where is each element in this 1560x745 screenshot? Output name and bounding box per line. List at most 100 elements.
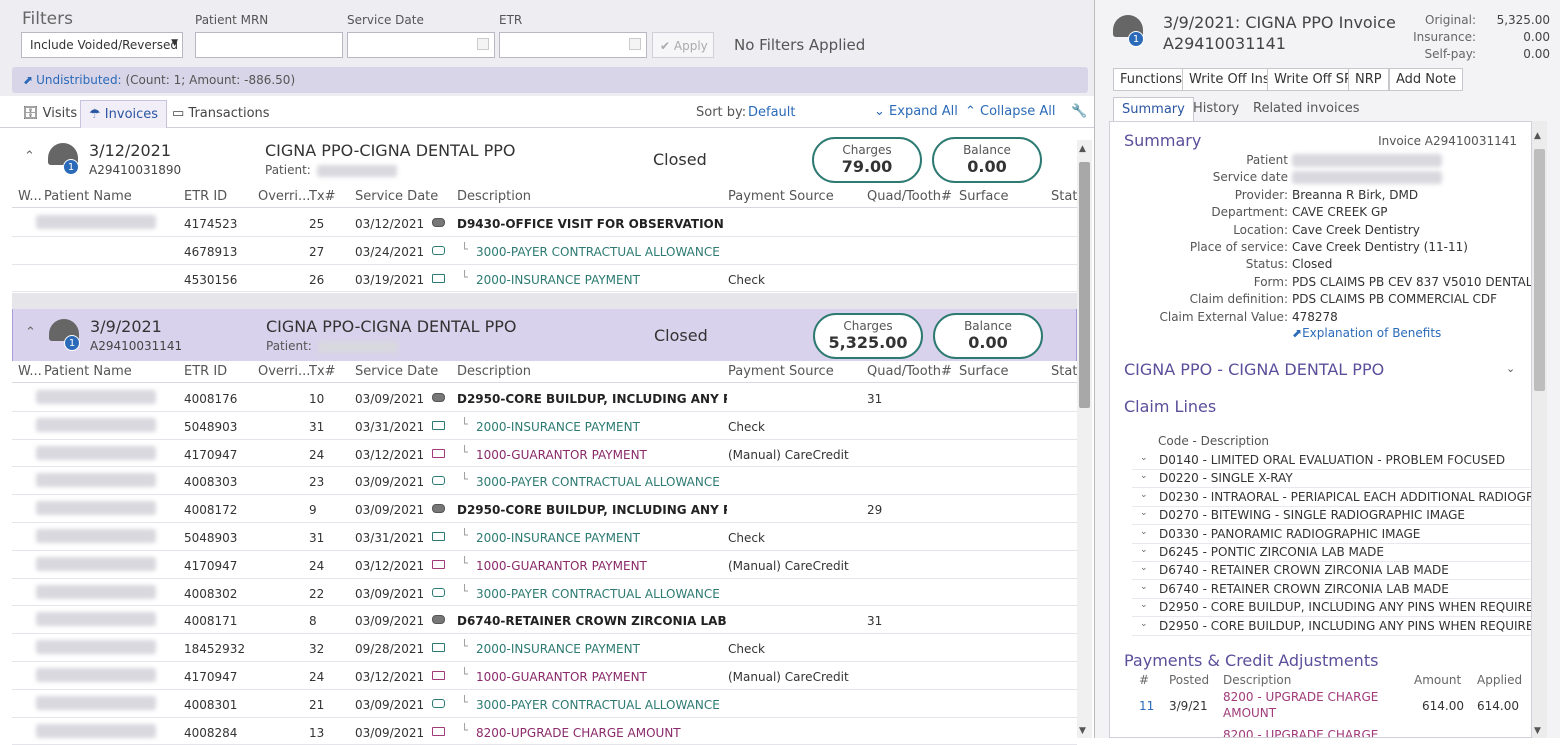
col-quad[interactable]: Quad/Tooth# xyxy=(867,189,952,204)
apply-button[interactable]: ✔ Apply xyxy=(652,32,714,58)
col-etr-id[interactable]: ETR ID xyxy=(184,189,227,204)
col-description[interactable]: Description xyxy=(457,189,531,204)
expand-all-button[interactable]: ⌄ Expand All xyxy=(874,104,958,119)
invoice-list-scrollbar[interactable]: ▲ ▼ xyxy=(1077,140,1092,738)
transaction-row[interactable]: 4170947 24 03/12/2021 └ 1000-GUARANTOR PAYME… xyxy=(12,550,1077,579)
filters-bar: Filters Include Voided/Reversed ▼ Patient… xyxy=(0,0,1094,96)
expand-chevron-icon[interactable]: ⌄ xyxy=(1140,453,1148,463)
col-quad[interactable]: Quad/Tooth# xyxy=(867,364,952,379)
claim-line[interactable]: ⌄ D2950 - CORE BUILDUP, INCLUDING ANY PIN… xyxy=(1132,599,1531,618)
expand-chevron-icon[interactable]: ⌄ xyxy=(1140,600,1148,610)
claim-line[interactable]: ⌄ D0220 - SINGLE X-RAY xyxy=(1132,470,1531,489)
guarantor-payment-icon xyxy=(432,726,445,736)
invoice-header[interactable]: ⌃ 1 3/12/2021 A29410031890 CIGNA PPO-CIGNA D… xyxy=(12,132,1077,188)
adjustment-icon xyxy=(432,698,445,708)
claim-line[interactable]: ⌄ D6740 - RETAINER CROWN ZIRCONIA LAB MAD… xyxy=(1132,581,1531,599)
transaction-row[interactable]: 4530156 26 03/19/2021 └ 2000-INSURANCE PAYME… xyxy=(12,264,1077,293)
transaction-row[interactable]: 4008302 22 03/09/2021 └ 3000-PAYER CONTRACTU… xyxy=(12,578,1077,607)
nrp-button[interactable]: NRP xyxy=(1348,68,1389,91)
col-w[interactable]: W... xyxy=(18,189,42,204)
claim-line[interactable]: ⌄ D0230 - INTRAORAL - PERIAPICAL EACH ADD… xyxy=(1132,489,1531,507)
col-patient-name[interactable]: Patient Name xyxy=(44,364,132,379)
transaction-row[interactable]: 4008303 23 03/09/2021 └ 3000-PAYER CONTRACTU… xyxy=(12,467,1077,496)
col-service-date[interactable]: Service Date xyxy=(355,364,438,379)
transaction-row[interactable]: 4008301 21 03/09/2021 └ 3000-PAYER CONTRACTU… xyxy=(12,689,1077,718)
calendar-icon[interactable] xyxy=(629,38,641,50)
transaction-row[interactable]: 4008171 8 03/09/2021 D6740-RETAINER CROWN Z… xyxy=(12,606,1077,635)
transaction-row[interactable]: 5048903 31 03/31/2021 └ 2000-INSURANCE PAYME… xyxy=(12,411,1077,440)
scroll-down-icon[interactable]: ▼ xyxy=(1079,726,1086,736)
col-surface[interactable]: Surface xyxy=(959,364,1009,379)
expand-chevron-icon[interactable]: ⌄ xyxy=(1140,619,1148,629)
calendar-icon[interactable] xyxy=(477,38,489,50)
expand-chevron-icon[interactable]: ⌄ xyxy=(1140,490,1148,500)
etr-input[interactable] xyxy=(499,32,647,58)
tab-visits[interactable]: 🗄 Visits xyxy=(14,100,85,128)
transaction-row[interactable]: 4170947 24 03/12/2021 └ 1000-GUARANTOR PAYME… xyxy=(12,439,1077,468)
tab-history[interactable]: History xyxy=(1185,97,1247,121)
scroll-down-icon[interactable]: ▼ xyxy=(1534,726,1541,736)
col-description[interactable]: Description xyxy=(457,364,531,379)
col-override[interactable]: Overri... xyxy=(258,189,310,204)
tab-transactions[interactable]: ▭ Transactions xyxy=(164,100,278,128)
service-date-input[interactable] xyxy=(347,32,495,58)
collapse-all-button[interactable]: ⌃ Collapse All xyxy=(965,104,1056,119)
claim-line[interactable]: ⌄ D6245 - PONTIC ZIRCONIA LAB MADE xyxy=(1132,544,1531,562)
tx-number: 25 xyxy=(309,217,325,231)
chevron-down-icon[interactable]: ⌄ xyxy=(1506,362,1515,375)
write-off-sp-button[interactable]: Write Off SP xyxy=(1267,68,1359,91)
col-tx[interactable]: Tx# xyxy=(309,364,336,379)
void-filter-select[interactable]: Include Voided/Reversed ▼ xyxy=(21,32,183,58)
col-etr-id[interactable]: ETR ID xyxy=(184,364,227,379)
col-override[interactable]: Overri... xyxy=(258,364,310,379)
left-panel: Filters Include Voided/Reversed ▼ Patient… xyxy=(0,0,1094,745)
transaction-row[interactable]: 4170947 24 03/12/2021 └ 1000-GUARANTOR PAYME… xyxy=(12,662,1077,690)
claim-line[interactable]: ⌄ D2950 - CORE BUILDUP, INCLUDING ANY PIN… xyxy=(1132,618,1531,636)
sort-select[interactable]: Default xyxy=(748,105,796,120)
transaction-row[interactable]: 18452932 32 09/28/2021 └ 2000-INSURANCE PAYM… xyxy=(12,634,1077,662)
col-payment-source[interactable]: Payment Source xyxy=(728,189,834,204)
col-patient-name[interactable]: Patient Name xyxy=(44,189,132,204)
col-tx[interactable]: Tx# xyxy=(309,189,336,204)
transaction-row[interactable]: 5048903 31 03/31/2021 └ 2000-INSURANCE PAYME… xyxy=(12,523,1077,551)
functions-button[interactable]: Functions xyxy=(1113,68,1190,91)
payment-number-link[interactable]: 11 xyxy=(1139,699,1154,713)
expand-chevron-icon[interactable]: ⌄ xyxy=(1140,527,1148,537)
undistributed-link[interactable]: Undistributed: xyxy=(36,73,122,87)
write-off-ins-button[interactable]: Write Off Ins xyxy=(1182,68,1277,91)
eob-link[interactable]: ⬈Explanation of Benefits xyxy=(1292,326,1441,340)
add-note-button[interactable]: Add Note xyxy=(1389,68,1464,91)
expand-chevron-icon[interactable]: ⌄ xyxy=(1140,545,1148,555)
transaction-row[interactable]: 4008284 13 03/09/2021 └ 8200-UPGRADE CHARGE … xyxy=(12,717,1077,745)
expand-chevron-icon[interactable]: ⌄ xyxy=(1140,563,1148,573)
claim-line[interactable]: ⌄ D0330 - PANORAMIC RADIOGRAPHIC IMAGE xyxy=(1132,526,1531,544)
scroll-up-icon[interactable]: ▲ xyxy=(1079,144,1086,154)
summary-field: Claim definition: PDS CLAIMS PB COMMERCIA… xyxy=(1110,292,1530,309)
claim-line[interactable]: ⌄ D6740 - RETAINER CROWN ZIRCONIA LAB MAD… xyxy=(1132,562,1531,581)
transaction-row[interactable]: 4678913 27 03/24/2021 └ 3000-PAYER CONTRACTU… xyxy=(12,236,1077,265)
col-w[interactable]: W... xyxy=(18,364,42,379)
collapse-chevron-icon[interactable]: ⌃ xyxy=(24,149,35,164)
col-service-date[interactable]: Service Date xyxy=(355,189,438,204)
transaction-row[interactable]: 4008176 10 03/09/2021 D2950-CORE BUILDUP, I… xyxy=(12,384,1077,412)
expand-chevron-icon[interactable]: ⌄ xyxy=(1140,582,1148,592)
collapse-chevron-icon[interactable]: ⌃ xyxy=(25,325,36,340)
tab-summary[interactable]: Summary xyxy=(1113,97,1194,121)
invoice-header[interactable]: ⌃ 1 3/9/2021 A29410031141 CIGNA PPO-CIGNA DE… xyxy=(12,307,1077,363)
claim-line[interactable]: ⌄ D0270 - BITEWING - SINGLE RADIOGRAPHIC … xyxy=(1132,507,1531,526)
scrollbar-thumb[interactable] xyxy=(1534,149,1545,391)
expand-chevron-icon[interactable]: ⌄ xyxy=(1140,471,1148,481)
transaction-row[interactable]: 4008172 9 03/09/2021 D2950-CORE BUILDUP, IN… xyxy=(12,495,1077,523)
transaction-row[interactable]: 4174523 25 03/12/2021 D9430-OFFICE VISIT FO… xyxy=(12,209,1077,237)
scroll-up-icon[interactable]: ▲ xyxy=(1534,131,1541,141)
scrollbar-thumb[interactable] xyxy=(1079,162,1090,408)
tab-invoices[interactable]: ☂ Invoices xyxy=(80,100,168,128)
col-surface[interactable]: Surface xyxy=(959,189,1009,204)
col-payment-source[interactable]: Payment Source xyxy=(728,364,834,379)
tab-related-invoices[interactable]: Related invoices xyxy=(1245,97,1368,121)
wrench-icon[interactable]: 🔧 xyxy=(1071,104,1087,119)
mrn-input[interactable] xyxy=(195,32,343,58)
expand-chevron-icon[interactable]: ⌄ xyxy=(1140,508,1148,518)
claim-line[interactable]: ⌄ D0140 - LIMITED ORAL EVALUATION - PROBL… xyxy=(1132,452,1531,470)
detail-scrollbar[interactable]: ▲ ▼ xyxy=(1532,121,1547,738)
